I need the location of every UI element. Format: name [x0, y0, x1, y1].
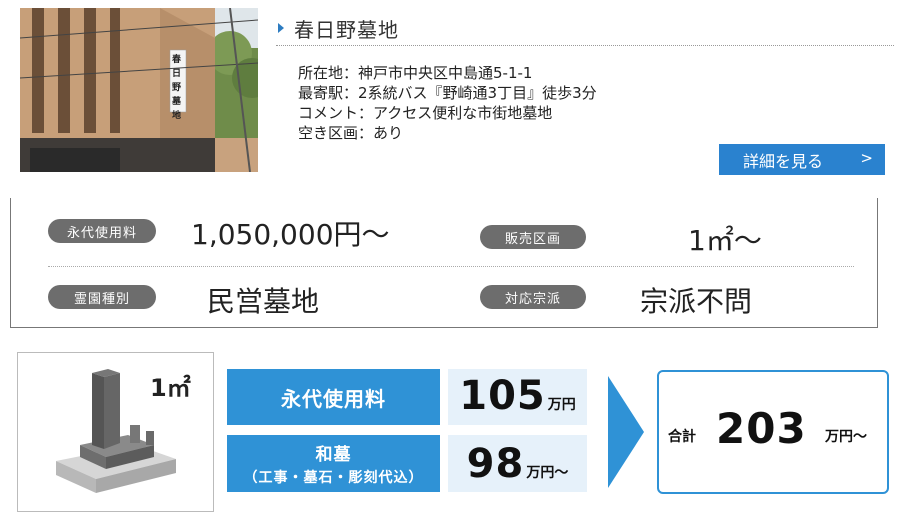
cemetery-type-pill: 霊園種別: [48, 285, 156, 309]
plot-size-value: 1㎡～: [688, 224, 762, 257]
perpetual-fee-value: 1,050,000円～: [191, 218, 390, 251]
perpetual-fee-label-box: 永代使用料: [227, 369, 440, 425]
grave-unit: 万円～: [526, 465, 569, 481]
cemetery-building-image: [20, 8, 258, 172]
address-line: 所在地：神戸市中央区中島通5-1-1: [298, 64, 533, 82]
perpetual-fee-unit: 万円: [547, 397, 576, 413]
grave-amount: 98: [466, 441, 525, 487]
total-unit: 万円～: [825, 429, 867, 445]
bullet-arrow-icon: [278, 23, 284, 33]
cemetery-info: 所在地：神戸市中央区中島通5-1-1 最寄駅：2系統バス『野崎通3丁目』徒歩3分…: [298, 63, 597, 143]
availability-line: 空き区画：あり: [298, 124, 404, 142]
cemetery-photo: 春日野墓地: [20, 8, 258, 172]
plot-size-pill: 販売区画: [480, 225, 586, 249]
sign-text: 春日野墓地: [172, 55, 182, 121]
cemetery-title-row: 春日野墓地: [276, 12, 894, 46]
grave-label: 和墓: [315, 445, 352, 465]
grave-sublabel: （工事・墓石・彫刻代込）: [243, 470, 424, 486]
grave-size-label: 1㎡: [150, 374, 191, 402]
chevron-right-arrow-icon: [608, 376, 644, 488]
comment-line: コメント：アクセス便利な市街地墓地: [298, 104, 553, 122]
cemetery-type-value: 民営墓地: [207, 285, 320, 318]
spec-divider: [48, 266, 854, 267]
perpetual-fee-label: 永代使用料: [281, 386, 386, 411]
perpetual-fee-price-box: 105 万円: [448, 369, 587, 425]
religion-pill: 対応宗派: [480, 285, 586, 309]
detail-button-label: 詳細を見る: [743, 151, 824, 171]
grave-price-box: 98 万円～: [448, 435, 587, 492]
station-line: 最寄駅：2系統バス『野崎通3丁目』徒歩3分: [298, 84, 597, 102]
perpetual-fee-amount: 105: [459, 373, 546, 419]
grave-label-box: 和墓 （工事・墓石・彫刻代込）: [227, 435, 440, 492]
total-label: 合計: [668, 429, 696, 445]
perpetual-fee-pill: 永代使用料: [48, 219, 156, 243]
total-amount: 203: [716, 404, 807, 453]
religion-value: 宗派不問: [640, 285, 753, 318]
detail-button[interactable]: 詳細を見る >: [719, 144, 885, 175]
cemetery-name: 春日野墓地: [294, 18, 399, 42]
chevron-right-icon: >: [860, 149, 873, 167]
